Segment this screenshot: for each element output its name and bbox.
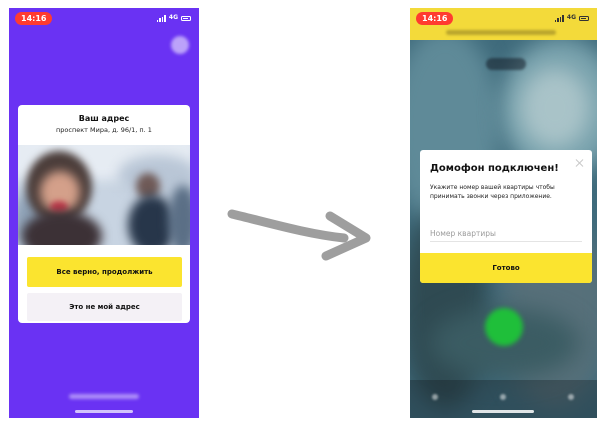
network-label: 4G xyxy=(566,14,576,21)
status-time: 14:16 xyxy=(15,12,53,25)
toolbar-icon[interactable] xyxy=(568,394,574,400)
toolbar-icon[interactable] xyxy=(432,394,438,400)
blurred-bottom-link[interactable] xyxy=(69,394,139,399)
address-card: Ваш адрес проспект Мира, д. 96/1, п. 1 В… xyxy=(18,105,190,323)
phone-intercom-connected: 14:16 4G Домофон подключен! Укажите номе… xyxy=(410,8,597,418)
status-indicators: 4G xyxy=(156,13,191,23)
signal-icon xyxy=(156,14,166,22)
intercom-connected-modal: Домофон подключен! Укажите номер вашей к… xyxy=(420,150,592,283)
close-icon[interactable] xyxy=(171,36,189,54)
done-button[interactable]: Готово xyxy=(420,253,592,283)
phone-address-confirmation: 14:16 4G Ваш адрес проспект Мира, д. 96/… xyxy=(9,8,199,418)
entrance-camera-photo xyxy=(18,145,190,245)
battery-icon xyxy=(181,15,191,21)
modal-title: Домофон подключен! xyxy=(430,163,559,174)
blurred-video-label xyxy=(486,58,526,70)
not-my-address-button[interactable]: Это не мой адрес xyxy=(27,293,182,321)
status-bar: 14:16 4G xyxy=(9,8,199,30)
arrow-right-icon xyxy=(227,209,371,261)
blurred-banner-text xyxy=(446,30,556,35)
network-label: 4G xyxy=(168,14,178,21)
home-indicator xyxy=(472,410,534,413)
close-icon[interactable] xyxy=(574,158,584,168)
address-title: Ваш адрес xyxy=(78,114,130,123)
comparison-canvas: 14:16 4G Ваш адрес проспект Мира, д. 96/… xyxy=(0,0,597,421)
signal-icon xyxy=(554,14,564,22)
status-indicators: 4G xyxy=(554,13,589,23)
status-bar: 14:16 4G xyxy=(410,8,597,30)
home-indicator xyxy=(75,410,133,413)
battery-icon xyxy=(579,15,589,21)
status-time: 14:16 xyxy=(416,12,454,25)
call-answer-icon[interactable] xyxy=(485,308,523,346)
address-text: проспект Мира, д. 96/1, п. 1 xyxy=(56,126,152,134)
modal-description: Укажите номер вашей квартиры чтобы прини… xyxy=(430,184,555,200)
confirm-address-button[interactable]: Все верно, продолжить xyxy=(27,257,182,287)
apartment-number-input[interactable] xyxy=(430,226,582,242)
toolbar-icon[interactable] xyxy=(500,394,506,400)
